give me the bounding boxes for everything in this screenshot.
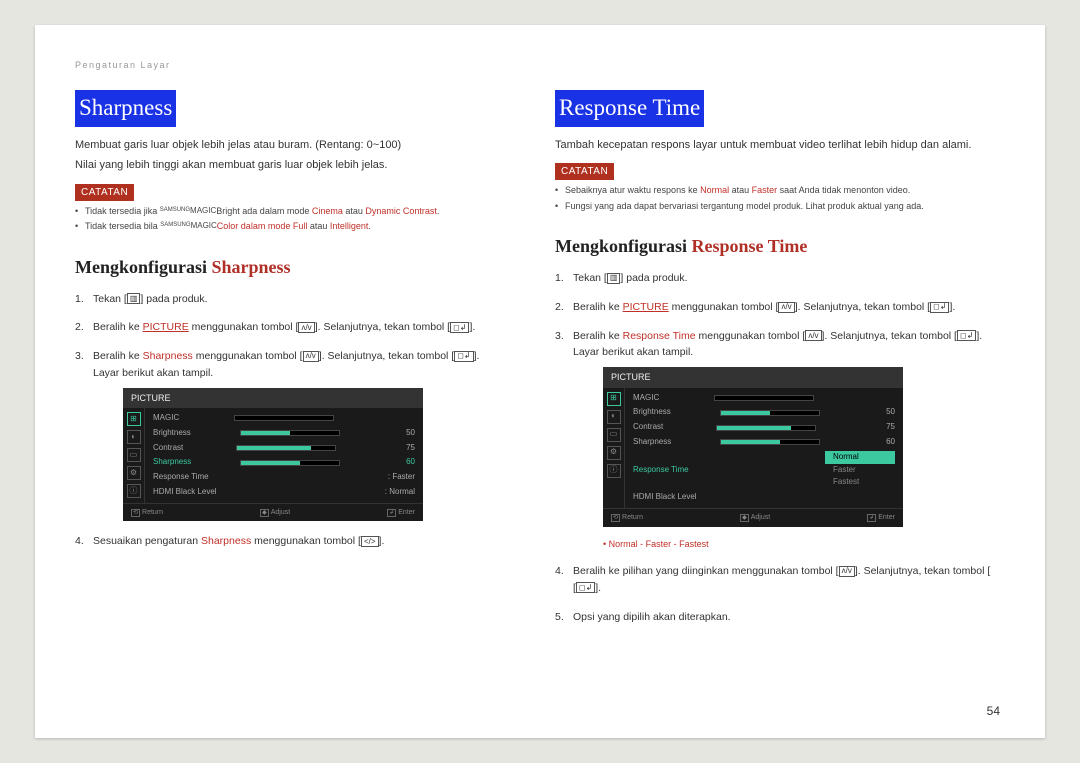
enter-icon: ◻↲ [454,351,473,362]
sharpness-heading: Sharpness [75,90,176,127]
sharpness-desc-1: Membuat garis luar objek lebih jelas ata… [75,137,525,154]
osd-tab-icon: ▭ [607,428,621,442]
osd-row: Response Time: Faster [145,470,423,485]
manual-page: Pengaturan Layar Sharpness Membuat garis… [35,25,1045,738]
osd-tab-icon: ⊞ [607,392,621,406]
osd-row: Sharpness60 [145,455,423,470]
note-label: CATATAN [75,184,134,201]
left-right-icon: </> [361,536,379,547]
osd-row: Sharpness60 [625,435,903,450]
page-number: 54 [987,704,1000,718]
osd-row: HDMI Black Level: Normal [145,485,423,500]
step: Beralih ke PICTURE menggunakan tombol [ʌ… [75,319,525,336]
step: Tekan [▥] pada produk. [555,270,1005,287]
step: Tekan [▥] pada produk. [75,291,525,308]
osd-tab-icon: ◐ [607,410,621,424]
up-down-icon: ʌ/v [839,566,855,577]
enter-icon: ◻↲ [450,322,469,333]
osd-row: MAGIC [625,391,903,406]
osd-row: Contrast75 [145,441,423,456]
enter-icon: ◻↲ [930,302,949,313]
up-down-icon: ʌ/v [298,322,314,333]
note-label: CATATAN [555,163,614,180]
osd-row: Brightness50 [145,426,423,441]
chapter-name: Pengaturan Layar [75,60,1005,70]
osd-row: HDMI Black Level [625,490,903,505]
response-time-heading: Response Time [555,90,704,127]
step: Beralih ke PICTURE menggunakan tombol [ʌ… [555,299,1005,316]
configure-sharpness-heading: Mengkonfigurasi Sharpness [75,254,525,281]
right-column: Response Time Tambah kecepatan respons l… [555,90,1005,637]
note-item: Tidak tersedia jika SAMSUNGMAGICBright a… [85,205,525,219]
osd-tab-icon: ◐ [127,430,141,444]
osd-row: Response TimeNormalFasterFastest [625,450,903,490]
osd-tab-icon: ⓘ [127,484,141,498]
sharpness-desc-2: Nilai yang lebih tinggi akan membuat gar… [75,157,525,174]
osd-screenshot: PICTURE ⊞ ◐ ▭ ⚙ ⓘ MAGICBrightness50Contr… [603,367,903,526]
enter-icon: ◻↲ [576,582,595,593]
osd-tab-icon: ▭ [127,448,141,462]
osd-tab-icon: ⊞ [127,412,141,426]
osd-tab-icon: ⓘ [607,464,621,478]
left-column: Sharpness Membuat garis luar objek lebih… [75,90,525,637]
enter-icon: ◻↲ [957,330,976,341]
step: Opsi yang dipilih akan diterapkan. [555,609,1005,626]
note-item: Tidak tersedia bila SAMSUNGMAGICColor da… [85,220,525,234]
osd-tab-icon: ⚙ [607,446,621,460]
osd-row: Contrast75 [625,420,903,435]
step: Beralih ke Response Time menggunakan tom… [555,328,1005,551]
configure-response-time-heading: Mengkonfigurasi Response Time [555,233,1005,260]
step: Beralih ke Sharpness menggunakan tombol … [75,348,525,521]
up-down-icon: ʌ/v [805,330,821,341]
response-time-desc: Tambah kecepatan respons layar untuk mem… [555,137,1005,154]
menu-icon: ▥ [607,273,621,284]
up-down-icon: ʌ/v [778,302,794,313]
step: Sesuaikan pengaturan Sharpness menggunak… [75,533,525,550]
osd-row: MAGIC [145,411,423,426]
osd-tab-icon: ⚙ [127,466,141,480]
response-time-options: • Normal - Faster - Fastest [603,537,1005,551]
note-item: Fungsi yang ada dapat bervariasi tergant… [565,200,1005,214]
note-item: Sebaiknya atur waktu respons ke Normal a… [565,184,1005,198]
osd-screenshot: PICTURE ⊞ ◐ ▭ ⚙ ⓘ MAGICBrightness50Contr… [123,388,423,522]
up-down-icon: ʌ/v [303,351,319,362]
menu-icon: ▥ [127,293,141,304]
osd-row: Brightness50 [625,405,903,420]
step: Beralih ke pilihan yang diinginkan mengg… [555,563,1005,597]
